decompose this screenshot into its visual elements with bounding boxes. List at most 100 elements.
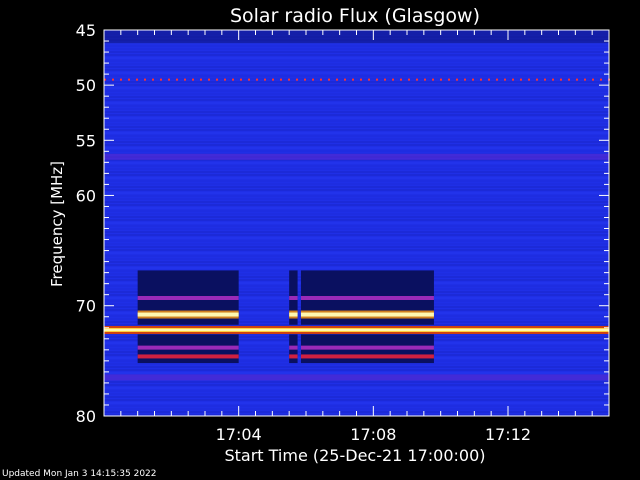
band-dot [368,78,370,81]
band-dot [408,78,410,81]
texture-stripe [104,81,609,83]
texture-stripe [104,213,609,215]
band-dot [480,78,482,81]
texture-stripe [104,195,609,197]
texture-stripe [104,144,609,146]
band-dot [208,78,210,81]
texture-stripe [104,246,609,248]
texture-stripe [104,264,609,266]
band-dot [552,78,554,81]
block-line [300,312,434,317]
band-dot [328,78,330,81]
texture-stripe [104,396,609,398]
texture-stripe [104,405,609,407]
band-dot [392,78,394,81]
plot-area [103,29,610,417]
texture-stripe [104,126,609,128]
texture-stripe [104,57,609,59]
texture-stripe [104,141,609,143]
block-line [300,295,434,300]
band-dot [224,78,226,81]
band-peak [104,328,609,331]
band-dot [232,78,234,81]
x-tick-label: 17:08 [350,425,396,444]
block-line [137,295,239,300]
texture-stripe [104,219,609,221]
band-dot [296,78,298,81]
texture-stripe [104,75,609,77]
texture-stripe [104,147,609,149]
texture-stripe [104,261,609,263]
texture-stripe [104,120,609,122]
band-dot [240,78,242,81]
texture-stripe [104,171,609,173]
band-dot [544,78,546,81]
texture-stripe [104,180,609,182]
texture-stripe [104,228,609,230]
y-tick-label: 80 [76,407,96,426]
texture-stripe [104,162,609,164]
band-dot [560,78,562,81]
texture-stripe [104,222,609,224]
texture-stripe [104,252,609,254]
texture-stripe [104,63,609,65]
band-dot [512,78,514,81]
texture-stripe [104,384,609,386]
texture-stripe [104,402,609,404]
texture-stripe [104,129,609,131]
texture-stripe [104,249,609,251]
texture-stripe [104,84,609,86]
band-dot [400,78,402,81]
texture-stripe [104,231,609,233]
band-dot [448,78,450,81]
texture-stripe [104,117,609,119]
block-line [289,345,298,350]
texture-stripe [104,189,609,191]
texture-stripe [104,135,609,137]
texture-stripe [104,114,609,116]
y-tick-label: 55 [76,131,96,150]
texture-stripe [104,243,609,245]
band-dot [184,78,186,81]
band-dot [264,78,266,81]
block-line [137,345,239,350]
band-dot [120,78,122,81]
texture-stripe [104,390,609,392]
texture-stripe [104,201,609,203]
band-dot [528,78,530,81]
texture-stripe [104,51,609,53]
y-axis-label: Frequency [MHz] [48,161,66,287]
y-tick-label: 60 [76,186,96,205]
texture-stripe [104,372,609,374]
texture-stripe [104,186,609,188]
texture-stripe [104,165,609,167]
texture-stripe [104,387,609,389]
texture-stripe [104,225,609,227]
block-line [289,295,298,300]
band-dot [424,78,426,81]
block-line [289,354,298,359]
band-dot [352,78,354,81]
chart-title: Solar radio Flux (Glasgow) [230,5,480,27]
band-dot [384,78,386,81]
texture-stripe [104,72,609,74]
texture-stripe [104,108,609,110]
band-elevated [104,374,609,381]
texture-stripe [104,177,609,179]
band-dot [488,78,490,81]
band-dot [304,78,306,81]
texture-stripe [104,369,609,371]
band-dot [432,78,434,81]
texture-stripe [104,183,609,185]
band-dot [216,78,218,81]
x-tick-label: 17:04 [216,425,262,444]
band-dot [136,78,138,81]
band-dot [168,78,170,81]
band-dot [200,78,202,81]
block-line [137,312,239,317]
band-dot [496,78,498,81]
band-dot [592,78,594,81]
band-dot [568,78,570,81]
block-line [300,345,434,350]
texture-stripe [104,207,609,209]
